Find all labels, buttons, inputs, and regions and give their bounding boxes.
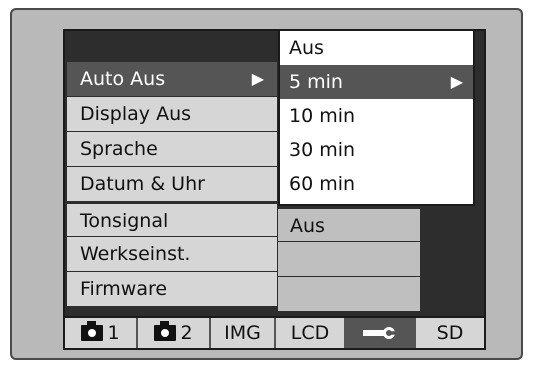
menu-values-column: Aus bbox=[278, 207, 420, 312]
menu-tab-bar: 1 2 IMG LCD SD bbox=[63, 316, 486, 350]
option-label: Aus bbox=[289, 37, 324, 59]
submenu-arrow-icon: ▶ bbox=[251, 69, 264, 88]
camera-icon bbox=[81, 321, 104, 341]
menu-item-auto-aus[interactable]: Auto Aus ▶ bbox=[67, 62, 277, 96]
menu-item-sprache[interactable]: Sprache bbox=[67, 132, 277, 166]
tab-img[interactable]: IMG bbox=[211, 318, 276, 348]
menu-item-label: Auto Aus bbox=[80, 68, 166, 90]
tab-label: 1 bbox=[107, 322, 120, 344]
tab-label: LCD bbox=[290, 322, 330, 344]
menu-item-label: Werkseinst. bbox=[80, 243, 191, 265]
option-label: 5 min bbox=[289, 71, 343, 93]
menu-item-datum-uhr[interactable]: Datum & Uhr bbox=[67, 167, 277, 201]
menu-item-label: Datum & Uhr bbox=[80, 173, 205, 195]
option-label: 60 min bbox=[289, 173, 356, 195]
menu-item-firmware[interactable]: Firmware bbox=[67, 272, 277, 306]
option-label: 10 min bbox=[289, 105, 356, 127]
auto-off-dropdown: Aus 5 min ▶ 10 min 30 min 60 min bbox=[278, 29, 475, 206]
tab-setup[interactable] bbox=[346, 318, 416, 348]
tab-label: IMG bbox=[224, 322, 261, 344]
option-label: 30 min bbox=[289, 139, 356, 161]
wrench-icon bbox=[363, 327, 397, 339]
camera-icon bbox=[154, 321, 177, 341]
tab-label: 2 bbox=[180, 322, 193, 344]
tab-camera-1[interactable]: 1 bbox=[65, 318, 138, 348]
value-tonsignal: Aus bbox=[278, 207, 420, 241]
value-werkseinst bbox=[278, 242, 420, 276]
selection-arrow-icon: ▶ bbox=[450, 72, 463, 91]
menu-item-label: Display Aus bbox=[80, 103, 192, 125]
menu-item-label: Tonsignal bbox=[80, 210, 169, 232]
menu-item-label: Firmware bbox=[80, 278, 168, 300]
option-60-min[interactable]: 60 min bbox=[280, 167, 473, 201]
tab-sd[interactable]: SD bbox=[416, 318, 484, 348]
option-aus[interactable]: Aus bbox=[280, 31, 473, 65]
option-10-min[interactable]: 10 min bbox=[280, 99, 473, 133]
menu-item-display-aus[interactable]: Display Aus bbox=[67, 97, 277, 131]
menu-item-tonsignal[interactable]: Tonsignal bbox=[67, 202, 277, 236]
tab-lcd[interactable]: LCD bbox=[276, 318, 346, 348]
tab-camera-2[interactable]: 2 bbox=[138, 318, 211, 348]
option-5-min[interactable]: 5 min ▶ bbox=[280, 65, 473, 99]
option-30-min[interactable]: 30 min bbox=[280, 133, 473, 167]
menu-item-werkseinst[interactable]: Werkseinst. bbox=[67, 237, 277, 271]
menu-item-label: Sprache bbox=[80, 138, 158, 160]
value-firmware bbox=[278, 277, 420, 311]
settings-menu-list: Auto Aus ▶ Display Aus Sprache Datum & U… bbox=[67, 62, 277, 307]
tab-label: SD bbox=[436, 322, 464, 344]
